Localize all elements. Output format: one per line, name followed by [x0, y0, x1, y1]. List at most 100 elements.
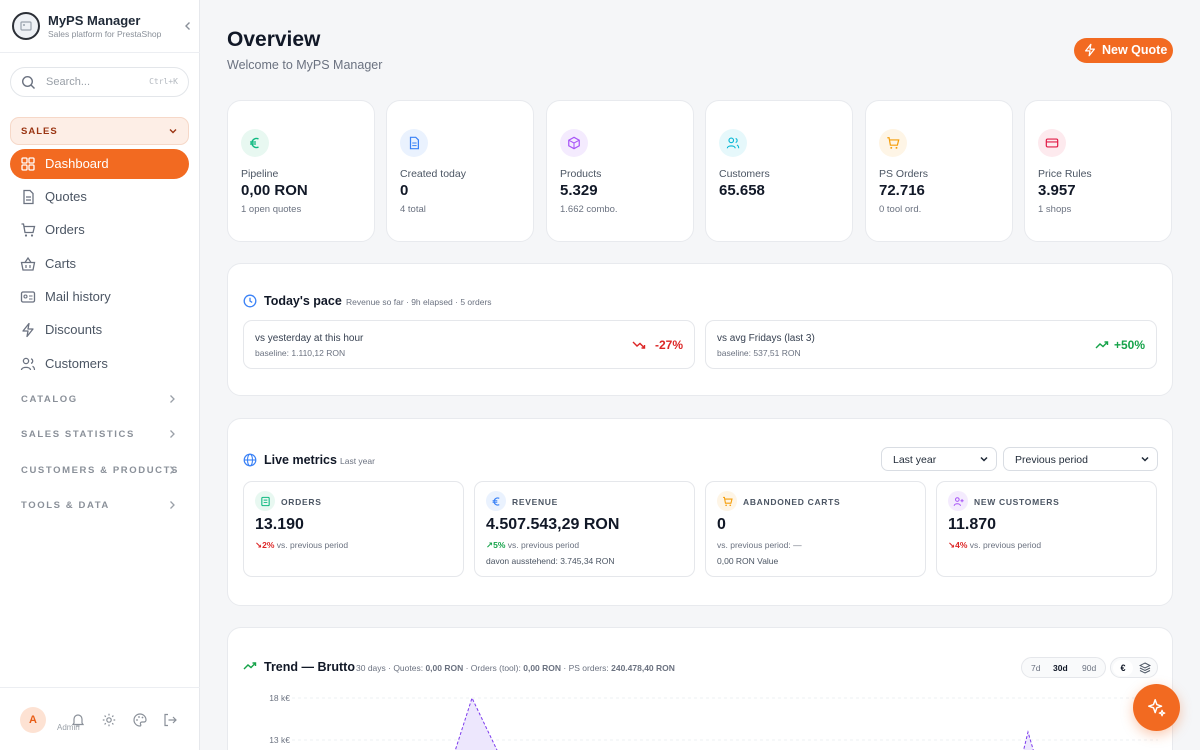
pace-title: Today's pace: [264, 294, 342, 308]
sidebar-item-discounts[interactable]: Discounts: [10, 315, 189, 345]
section-sales-label: SALES: [21, 126, 58, 137]
gear-icon[interactable]: [101, 712, 117, 728]
sidebar-group-sales-statistics[interactable]: SALES STATISTICS: [10, 425, 189, 445]
search-input[interactable]: Search... Ctrl+K: [10, 67, 189, 97]
metric-revenue[interactable]: REVENUE 4.507.543,29 RON ↗5% vs. previou…: [474, 481, 695, 577]
lightning-icon: [1085, 43, 1095, 57]
page-subtitle: Welcome to MyPS Manager: [227, 58, 383, 72]
kpi-card-products[interactable]: Products 5.329 1.662 combo.: [546, 100, 694, 242]
new-quote-button[interactable]: New Quote: [1074, 38, 1173, 63]
trend-card: Trend — Brutto 30 days · Quotes: 0,00 RO…: [227, 627, 1173, 750]
pace-box-fridays: vs avg Fridays (last 3) baseline: 537,51…: [705, 320, 1157, 369]
metric-value: 13.190: [255, 516, 304, 533]
cart-icon: [21, 223, 36, 237]
y-tick-label: 18 k€: [269, 693, 290, 703]
pace-note: Revenue so far · 9h elapsed · 5 orders: [346, 297, 492, 307]
metric-comparison: ↘4% vs. previous period: [948, 540, 1042, 550]
kpi-label: Products: [560, 168, 602, 180]
ai-assistant-button[interactable]: [1133, 684, 1180, 731]
live-metrics-note: Last year: [340, 456, 375, 466]
sidebar-item-dashboard[interactable]: Dashboard: [10, 149, 189, 179]
document-icon: [23, 189, 34, 205]
collapse-sidebar-button[interactable]: [180, 18, 196, 34]
brand[interactable]: MyPS Manager Sales platform for PrestaSh…: [12, 12, 192, 42]
metric-value: 11.870: [948, 516, 997, 533]
users-icon: [20, 357, 36, 371]
unit-euro-button[interactable]: €: [1113, 660, 1133, 676]
sidebar-item-orders[interactable]: Orders: [10, 215, 189, 245]
kpi-card-ps-orders[interactable]: PS Orders 72.716 0 tool ord.: [865, 100, 1013, 242]
trend-summary: 30 days · Quotes: 0,00 RON · Orders (too…: [356, 663, 675, 673]
section-sales[interactable]: SALES: [10, 117, 189, 145]
range-7d-button[interactable]: 7d: [1031, 663, 1040, 673]
metric-orders[interactable]: ORDERS 13.190 ↘2% vs. previous period: [243, 481, 464, 577]
palette-icon[interactable]: [132, 712, 148, 728]
range-90d-button[interactable]: 90d: [1082, 663, 1096, 673]
range-30d-button[interactable]: 30d: [1053, 663, 1068, 673]
kpi-value: 5.329: [560, 182, 598, 199]
sidebar-group-tools-data[interactable]: TOOLS & DATA: [10, 496, 189, 516]
range-select-value: Last year: [893, 454, 937, 466]
sidebar-item-mail-history[interactable]: Mail history: [10, 282, 189, 312]
chevron-right-icon: [170, 395, 175, 403]
sidebar-group-customers-products[interactable]: CUSTOMERS & PRODUCTS: [10, 461, 189, 481]
lightning-icon: [22, 322, 34, 338]
kpi-sub: 1 shops: [1038, 204, 1072, 215]
metric-delta: 4%: [955, 540, 968, 550]
avatar[interactable]: A: [20, 707, 46, 733]
mail-card-icon: [20, 291, 36, 303]
metric-value: 0: [717, 516, 726, 533]
sidebar-group-label: TOOLS & DATA: [21, 500, 110, 511]
kpi-label: PS Orders: [879, 168, 929, 180]
sidebar-item-customers[interactable]: Customers: [10, 349, 189, 379]
kpi-sub: 4 total: [400, 204, 426, 215]
compare-select[interactable]: Previous period: [1003, 447, 1158, 471]
kpi-card-customers[interactable]: Customers 65.658: [705, 100, 853, 242]
globe-icon: [243, 453, 257, 467]
todays-pace-card: Today's pace Revenue so far · 9h elapsed…: [227, 263, 1173, 396]
trend-ps-prefix: · PS orders:: [561, 663, 612, 673]
kpi-card-price-rules[interactable]: Price Rules 3.957 1 shops: [1024, 100, 1172, 242]
search-icon: [21, 75, 35, 89]
app-name: MyPS Manager: [48, 13, 141, 28]
kpi-card-created-today[interactable]: Created today 0 4 total: [386, 100, 534, 242]
kpi-card-pipeline[interactable]: Pipeline 0,00 RON 1 open quotes: [227, 100, 375, 242]
range-select[interactable]: Last year: [881, 447, 997, 471]
trend-chart: 18 k€ 13 k€: [269, 693, 1158, 750]
sidebar-item-carts[interactable]: Carts: [10, 249, 189, 279]
layers-icon[interactable]: [1139, 662, 1151, 674]
user-name: Admin: [57, 723, 80, 732]
sidebar-item-label: Carts: [45, 256, 77, 271]
logout-icon[interactable]: [162, 712, 178, 728]
pace-box-value: +50%: [1113, 338, 1145, 352]
kpi-label: Pipeline: [241, 168, 279, 180]
kpi-sub: 1 open quotes: [241, 204, 302, 215]
metric-abandoned-carts[interactable]: ABANDONED CARTS 0 vs. previous period: —…: [705, 481, 926, 577]
sidebar-group-catalog[interactable]: CATALOG: [10, 390, 189, 410]
metric-new-customers[interactable]: NEW CUSTOMERS 11.870 ↘4% vs. previous pe…: [936, 481, 1157, 577]
metric-compare-text: vs. previous period: [276, 540, 349, 550]
kpi-label: Created today: [400, 168, 466, 180]
basket-icon: [20, 256, 36, 271]
trend-orders-total: 0,00 RON: [523, 663, 562, 673]
sparkles-icon: [1147, 698, 1165, 716]
sidebar-item-label: Orders: [45, 222, 85, 237]
metric-compare-text: vs. previous period: [507, 540, 580, 550]
trend-orders-prefix: · Orders (tool):: [463, 663, 524, 673]
sidebar: MyPS Manager Sales platform for PrestaSh…: [0, 0, 200, 750]
trend-series-peak: [454, 696, 498, 750]
kpi-sub: 1.662 combo.: [560, 204, 618, 215]
sidebar-item-quotes[interactable]: Quotes: [10, 182, 189, 212]
document-icon: [400, 129, 428, 157]
chevron-right-icon: [170, 501, 175, 509]
metric-label: ORDERS: [281, 497, 322, 507]
pace-box-value: -27%: [654, 338, 683, 352]
metric-value: 4.507.543,29 RON: [486, 516, 620, 533]
sidebar-item-label: Customers: [45, 356, 108, 371]
receipt-icon: [255, 491, 275, 511]
card-icon: [1038, 129, 1066, 157]
live-metrics-title: Live metrics: [264, 453, 337, 467]
chevron-down-icon: [980, 456, 988, 462]
metric-compare-text: vs. previous period: [969, 540, 1042, 550]
sidebar-footer: A Admin: [0, 687, 200, 750]
